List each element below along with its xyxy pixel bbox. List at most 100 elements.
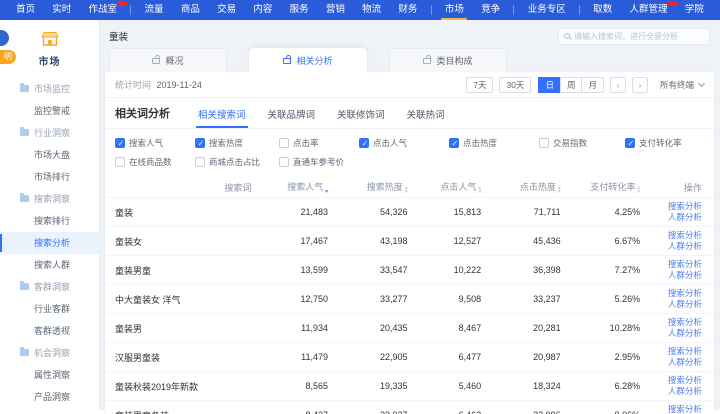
sidebar-item[interactable]: 监控警戒	[0, 100, 99, 122]
checkbox[interactable]	[539, 138, 549, 148]
search-analysis-link[interactable]: 搜索分析	[642, 404, 702, 414]
top-nav-item[interactable]	[431, 5, 432, 15]
top-nav-item[interactable]: 内容	[249, 0, 276, 20]
panel-tab[interactable]: 相关搜索词	[196, 107, 248, 128]
top-nav-item[interactable]: 营销	[322, 0, 349, 20]
top-nav-item[interactable]: 交易	[213, 0, 240, 20]
search-analysis-link[interactable]: 搜索分析	[642, 375, 702, 386]
sidebar-item[interactable]: 产品洞察	[0, 386, 99, 408]
search-analysis-link[interactable]: 搜索分析	[642, 288, 702, 299]
checkbox[interactable]	[279, 157, 289, 167]
sidebar-item[interactable]: 市场大盘	[0, 144, 99, 166]
crowd-analysis-link[interactable]: 人群分析	[642, 212, 702, 223]
sidebar-module-header[interactable]: 市场	[0, 20, 99, 74]
table-header-cell[interactable]: 搜索词▴▾	[115, 181, 253, 194]
sidebar-item[interactable]: 机会洞察	[0, 342, 99, 364]
sidebar-item[interactable]: 市场排行	[0, 166, 99, 188]
sort-icon[interactable]: ▴▾	[325, 186, 328, 194]
top-nav-item[interactable]: 业务专区	[524, 0, 570, 20]
sort-icon[interactable]: ▴▾	[558, 186, 561, 194]
keyword-search-box[interactable]	[558, 28, 710, 45]
top-nav-item[interactable]: 学院	[681, 0, 708, 20]
top-nav-item[interactable]: 服务	[286, 0, 313, 20]
range-button[interactable]: 7天	[466, 77, 493, 93]
metric-checkbox-item[interactable]: 在线商品数	[115, 156, 195, 168]
range-button[interactable]: 30天	[499, 77, 531, 93]
top-nav-item[interactable]: 作战室	[85, 0, 122, 20]
crowd-analysis-link[interactable]: 人群分析	[642, 299, 702, 310]
sidebar-item[interactable]: 行业客群	[0, 298, 99, 320]
panel-tab[interactable]: 关联热词	[405, 107, 447, 128]
metric-checkbox-item[interactable]: 支付转化率	[625, 137, 714, 149]
crowd-analysis-link[interactable]: 人群分析	[642, 270, 702, 281]
crowd-analysis-link[interactable]: 人群分析	[642, 357, 702, 368]
checkbox[interactable]	[359, 138, 369, 148]
panel-tab[interactable]: 关联修饰词	[335, 107, 387, 128]
top-nav-item[interactable]	[130, 5, 131, 15]
table-header-cell[interactable]: 点击人气▴▾	[409, 180, 483, 194]
metric-checkbox-item[interactable]: 点击人气	[359, 137, 449, 149]
assistant-badge[interactable]: 明	[0, 50, 16, 64]
crowd-analysis-link[interactable]: 人群分析	[642, 386, 702, 397]
table-header-cell[interactable]: 点击热度▴▾	[483, 180, 563, 194]
granularity-button[interactable]: 周	[560, 77, 583, 93]
metric-checkbox-item[interactable]: 搜索热度	[195, 137, 279, 149]
sidebar-item[interactable]: 搜索分析	[0, 232, 99, 254]
granularity-button[interactable]: 月	[581, 77, 604, 93]
sidebar-item[interactable]: 搜索洞察	[0, 188, 99, 210]
metric-checkbox-item[interactable]: 搜索人气	[115, 137, 195, 149]
search-analysis-link[interactable]: 搜索分析	[642, 230, 702, 241]
metric-checkbox-item[interactable]: 交易指数	[539, 137, 625, 149]
top-nav-item[interactable]: 竞争	[477, 0, 504, 20]
top-nav-item[interactable]: 首页	[12, 0, 39, 20]
crowd-analysis-link[interactable]: 人群分析	[642, 328, 702, 339]
sort-icon[interactable]: ▴▾	[637, 186, 640, 194]
top-nav-item[interactable]	[579, 5, 580, 15]
top-nav-item[interactable]: 市场	[441, 0, 468, 20]
page-tab[interactable]: 相关分析	[249, 48, 367, 72]
metric-checkbox-item[interactable]: 直通车参考价	[279, 156, 359, 168]
checkbox[interactable]	[115, 138, 125, 148]
search-analysis-link[interactable]: 搜索分析	[642, 346, 702, 357]
top-nav-item[interactable]: 商品	[177, 0, 204, 20]
sidebar-item[interactable]: 客群透视	[0, 320, 99, 342]
checkbox[interactable]	[449, 138, 459, 148]
sort-icon[interactable]: ▴▾	[478, 186, 481, 194]
sidebar-item[interactable]: 行业洞察	[0, 122, 99, 144]
checkbox[interactable]	[625, 138, 635, 148]
top-nav-item[interactable]: 人群管理	[625, 0, 671, 20]
metric-checkbox-item[interactable]: 点击率	[279, 137, 359, 149]
terminal-filter-dropdown[interactable]: 所有终端	[660, 79, 704, 91]
checkbox[interactable]	[195, 138, 205, 148]
metric-checkbox-item[interactable]: 商城点击占比	[195, 156, 279, 168]
search-input[interactable]	[574, 32, 704, 41]
next-date-button[interactable]: ›	[632, 77, 648, 93]
search-analysis-link[interactable]: 搜索分析	[642, 317, 702, 328]
sidebar-item[interactable]: 属性洞察	[0, 364, 99, 386]
checkbox[interactable]	[115, 157, 125, 167]
checkbox[interactable]	[279, 138, 289, 148]
prev-date-button[interactable]: ‹	[610, 77, 626, 93]
checkbox[interactable]	[195, 157, 205, 167]
sidebar-item[interactable]: 搜索排行	[0, 210, 99, 232]
table-header-cell[interactable]: 搜索热度▴▾	[330, 180, 410, 194]
table-header-cell[interactable]: 支付转化率▴▾	[563, 180, 643, 194]
crowd-analysis-link[interactable]: 人群分析	[642, 241, 702, 252]
sidebar-item[interactable]: 客群洞察	[0, 276, 99, 298]
top-nav-item[interactable]: 物流	[358, 0, 385, 20]
top-nav-item[interactable]: 财务	[394, 0, 421, 20]
panel-tab[interactable]: 关联品牌词	[266, 107, 318, 128]
table-header-cell[interactable]: 搜索人气▴▾	[253, 180, 330, 194]
top-nav-item[interactable]: 实时	[48, 0, 75, 20]
sidebar-item[interactable]: 市场监控	[0, 78, 99, 100]
table-header-cell[interactable]: 操作▴▾	[642, 181, 704, 194]
page-tab[interactable]: 类目构成	[389, 48, 507, 72]
sort-icon[interactable]: ▴▾	[405, 186, 408, 194]
search-analysis-link[interactable]: 搜索分析	[642, 201, 702, 212]
top-nav-item[interactable]: 流量	[141, 0, 168, 20]
top-nav-item[interactable]	[513, 5, 514, 15]
metric-checkbox-item[interactable]: 点击热度	[449, 137, 539, 149]
page-tab[interactable]: 概况	[109, 48, 227, 72]
search-analysis-link[interactable]: 搜索分析	[642, 259, 702, 270]
sidebar-item[interactable]: 搜索人群	[0, 254, 99, 276]
